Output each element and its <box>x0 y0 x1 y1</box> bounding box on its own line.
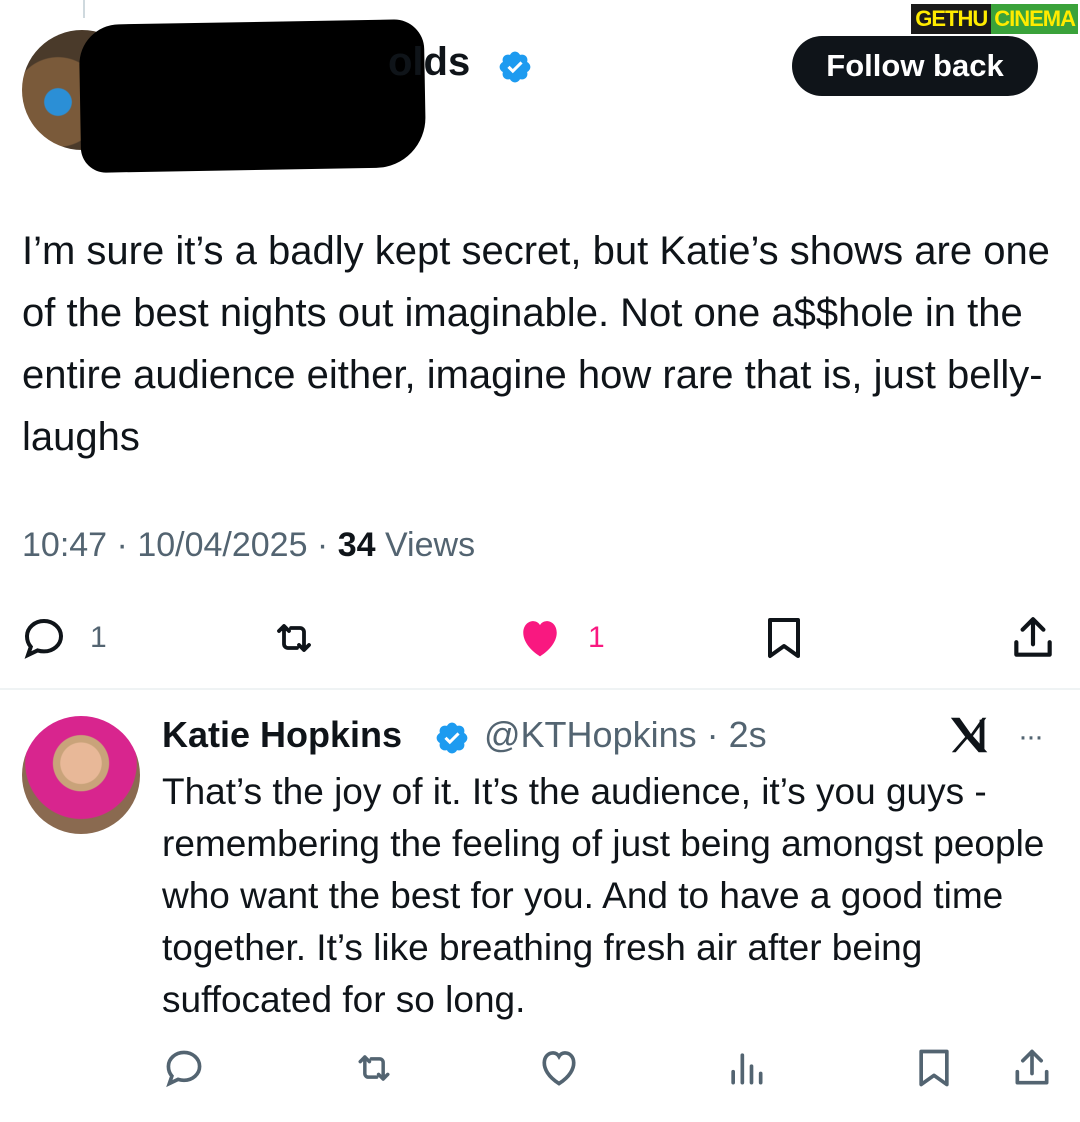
follow-back-button[interactable]: Follow back <box>792 36 1038 96</box>
repost-icon <box>358 1055 390 1081</box>
divider <box>0 688 1080 690</box>
tweet-date[interactable]: 10/04/2025 <box>137 526 307 564</box>
reply-reply-button[interactable] <box>162 1046 206 1090</box>
watermark: GETHU CINEMA <box>911 2 1078 36</box>
reply-button[interactable]: 1 <box>20 614 107 662</box>
thread-line <box>83 0 85 18</box>
reply-icon <box>24 618 64 659</box>
heart-icon <box>542 1051 576 1086</box>
bookmark-icon <box>768 618 800 658</box>
reply-handle-meta: @KTHopkins · 2s <box>484 714 767 755</box>
tweet-meta: 10:47 · 10/04/2025 · 34 Views <box>22 526 476 564</box>
views-count: 34 <box>337 526 376 564</box>
views-button[interactable] <box>724 1046 768 1090</box>
reply-author-avatar[interactable] <box>22 716 140 834</box>
reply-action-bar <box>0 1040 1080 1100</box>
share-icon <box>1015 1049 1049 1085</box>
repost-icon <box>277 624 311 652</box>
repost-button[interactable] <box>268 614 320 662</box>
reply-text: That’s the joy of it. It’s the audience,… <box>162 771 1045 1020</box>
reply-age[interactable]: 2s <box>729 714 767 755</box>
tweet-text: I’m sure it’s a badly kept secret, but K… <box>22 229 1050 459</box>
author-name[interactable]: olds <box>388 40 470 85</box>
tweet-action-bar: 1 1 <box>0 604 1080 668</box>
views-icon <box>731 1053 763 1085</box>
reply-handle[interactable]: @KTHopkins <box>484 714 697 755</box>
watermark-text-1: GETHU <box>911 4 992 34</box>
bookmark-icon <box>919 1049 949 1087</box>
reply-repost-button[interactable] <box>350 1046 398 1090</box>
bookmark-button[interactable] <box>760 612 808 664</box>
verified-badge-icon <box>436 722 468 754</box>
watermark-text-2: CINEMA <box>991 4 1078 34</box>
tweet-time[interactable]: 10:47 <box>22 526 107 564</box>
reply-count: 1 <box>90 621 107 654</box>
heart-filled-icon <box>523 621 557 657</box>
verified-badge-icon <box>499 51 531 83</box>
x-logo-icon[interactable] <box>948 712 994 758</box>
reply-bookmark-button[interactable] <box>912 1044 956 1092</box>
like-count: 1 <box>588 621 605 654</box>
more-options-button[interactable]: ··· <box>1018 720 1044 754</box>
like-button[interactable]: 1 <box>514 614 605 662</box>
reply-like-button[interactable] <box>536 1046 582 1090</box>
views-label: Views <box>384 526 476 564</box>
reply-icon <box>166 1050 202 1088</box>
reply-author-name[interactable]: Katie Hopkins <box>162 714 402 756</box>
reply-share-button[interactable] <box>1010 1044 1054 1092</box>
share-icon <box>1014 617 1052 657</box>
share-button[interactable] <box>1008 612 1058 664</box>
redaction-block <box>78 19 427 173</box>
